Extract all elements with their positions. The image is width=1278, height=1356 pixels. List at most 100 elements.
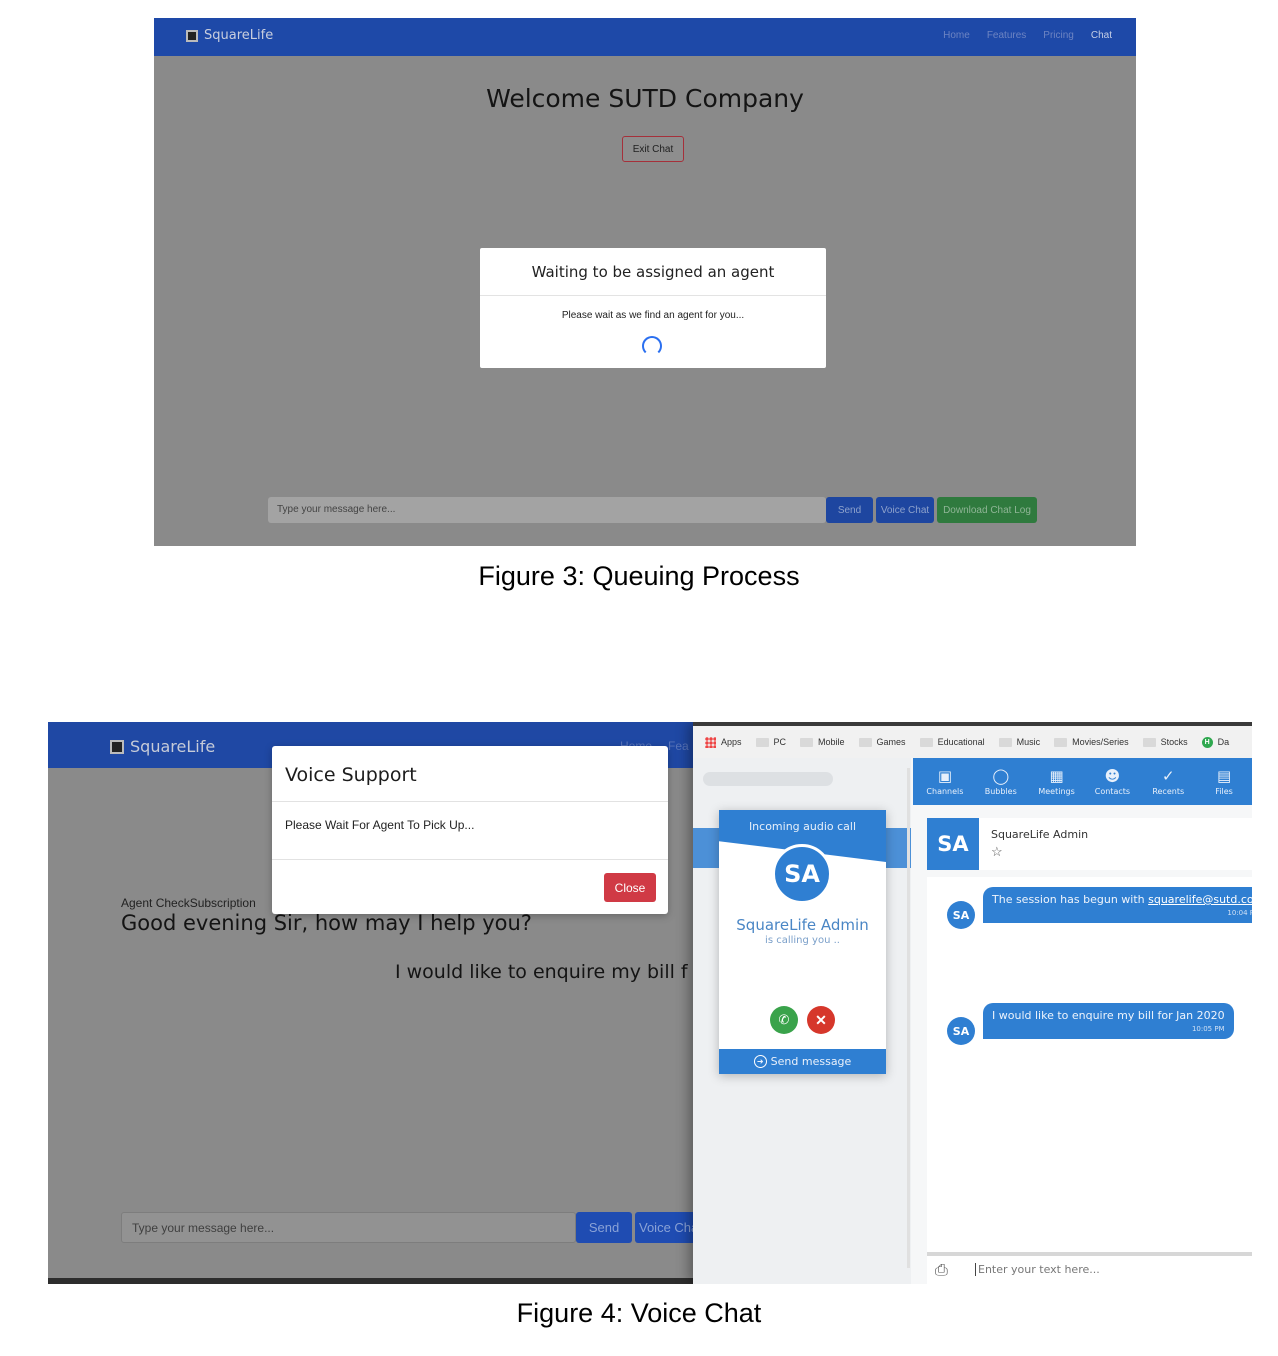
- message-time: 10:05 PM: [1191, 1025, 1225, 1033]
- caller-name: SquareLife Admin: [736, 916, 869, 934]
- modal-title: Voice Support: [285, 764, 417, 786]
- star-icon[interactable]: ☆: [991, 844, 1003, 860]
- contact-name: SquareLife Admin: [991, 828, 1089, 841]
- bookmark-label: Games: [876, 737, 906, 747]
- email-link[interactable]: squarelife@sutd.com: [1148, 893, 1252, 906]
- file-icon: ▤: [1216, 766, 1232, 785]
- tab-recents[interactable]: ✓ Recents: [1140, 758, 1196, 805]
- tab-contacts[interactable]: ☻ Contacts: [1084, 758, 1140, 805]
- message-input[interactable]: Type your message here...: [268, 497, 826, 523]
- channels-icon: ▣: [937, 766, 952, 785]
- tab-label: Contacts: [1094, 786, 1131, 796]
- sender-label: Agent CheckSubscription: [121, 896, 256, 910]
- attachment-clip-icon[interactable]: ⎙: [935, 1262, 948, 1280]
- accept-call-button[interactable]: ✆: [770, 1006, 798, 1034]
- bookmark-stocks[interactable]: Stocks: [1142, 737, 1188, 747]
- bookmark-label: Movies/Series: [1072, 737, 1129, 747]
- send-message-button[interactable]: ➜ Send message: [719, 1049, 886, 1074]
- nav-links: Home Features Pricing Chat: [943, 30, 1112, 41]
- page-title: Welcome SUTD Company: [486, 84, 804, 113]
- brand-name: SquareLife: [204, 28, 274, 43]
- loading-spinner-icon: [642, 336, 662, 356]
- bookmark-label: Mobile: [818, 737, 845, 747]
- message-avatar: SA: [947, 1017, 975, 1045]
- bookmark-pc[interactable]: PC: [755, 737, 787, 747]
- folder-icon: [1142, 737, 1156, 747]
- bookmark-label: Apps: [721, 737, 742, 747]
- brand-logo[interactable]: SquareLife: [110, 737, 215, 756]
- bookmark-apps[interactable]: Apps: [705, 736, 742, 748]
- squarelife-chat-window: SquareLife Home Fea Agent CheckSubscript…: [48, 722, 693, 1284]
- folder-icon: [998, 737, 1012, 747]
- folder-icon: [919, 737, 933, 747]
- sidebar-search-input[interactable]: [703, 772, 833, 786]
- user-message: I would like to enquire my bill f: [395, 961, 688, 983]
- person-icon: ☻: [1104, 766, 1121, 785]
- logo-square-icon: [186, 29, 198, 42]
- modal-body: Please wait as we find an agent for you.…: [561, 310, 745, 321]
- brand-name: SquareLife: [130, 737, 216, 756]
- bookmark-label: Educational: [937, 737, 985, 747]
- sidebar-scrollbar[interactable]: [907, 768, 910, 1268]
- send-button[interactable]: Send: [826, 497, 873, 523]
- navbar: SquareLife Home Features Pricing Chat: [154, 18, 1136, 56]
- exit-chat-button[interactable]: Exit Chat: [622, 136, 684, 162]
- bookmark-music[interactable]: Music: [998, 737, 1041, 747]
- tab-channels[interactable]: ▣ Channels: [917, 758, 973, 805]
- download-chat-log-button[interactable]: Download Chat Log: [937, 497, 1037, 523]
- figure-3-screenshot: SquareLife Home Features Pricing Chat We…: [154, 18, 1136, 546]
- folder-icon: [858, 737, 872, 747]
- message-bubble: I would like to enquire my bill for Jan …: [983, 1003, 1234, 1039]
- nav-home[interactable]: Home: [943, 30, 970, 41]
- message-list: SA The session has begun with squarelife…: [927, 877, 1252, 1252]
- voice-chat-button[interactable]: Voice Cha: [635, 1212, 693, 1243]
- h-badge-icon: H: [1201, 736, 1213, 748]
- contact-avatar: SA: [927, 818, 979, 870]
- phone-icon: ✆: [778, 1012, 790, 1027]
- bookmarks-bar: Apps PC Mobile Games Educational Music M…: [693, 722, 1252, 758]
- bookmark-educational[interactable]: Educational: [919, 737, 985, 747]
- voice-chat-button[interactable]: Voice Chat: [876, 497, 934, 523]
- bookmark-da[interactable]: H Da: [1201, 736, 1229, 748]
- bookmark-games[interactable]: Games: [858, 737, 906, 747]
- bookmark-mobile[interactable]: Mobile: [800, 737, 845, 747]
- message-composer: ⎙ Enter your text here...: [927, 1252, 1252, 1284]
- bookmark-movies[interactable]: Movies/Series: [1054, 737, 1129, 747]
- nav-pricing[interactable]: Pricing: [1043, 30, 1074, 41]
- rainbow-app-window: Apps PC Mobile Games Educational Music M…: [693, 722, 1252, 1284]
- tab-meetings[interactable]: ▦ Meetings: [1029, 758, 1085, 805]
- folder-icon: [800, 737, 814, 747]
- check-circle-icon: ✓: [1161, 766, 1175, 785]
- message-input[interactable]: Type your message here...: [121, 1212, 576, 1243]
- call-status: is calling you ..: [765, 935, 840, 946]
- modal-divider: [480, 295, 826, 296]
- composer-input[interactable]: Enter your text here...: [975, 1263, 1100, 1276]
- decline-call-button[interactable]: ✕: [807, 1006, 835, 1034]
- app-toolbar: ▣ Channels ◯ Bubbles ▦ Meetings ☻ Contacts ✓…: [913, 758, 1252, 805]
- waiting-modal: Waiting to be assigned an agent Please w…: [480, 248, 826, 368]
- bookmark-label: Stocks: [1160, 737, 1188, 747]
- close-button[interactable]: Close: [604, 873, 656, 902]
- bookmark-label: PC: [773, 737, 787, 747]
- tab-files[interactable]: ▤ Files: [1196, 758, 1252, 805]
- arrow-right-icon: ➜: [753, 1055, 767, 1068]
- incoming-call-card: Incoming audio call SA SquareLife Admin …: [719, 810, 886, 1074]
- figure-4-screenshot: SquareLife Home Fea Agent CheckSubscript…: [48, 722, 1252, 1284]
- nav-features[interactable]: Fea: [668, 739, 689, 753]
- send-message-label: Send message: [770, 1055, 852, 1068]
- tab-label: Meetings: [1038, 786, 1075, 796]
- message-text: I would like to enquire my bill for Jan …: [992, 1009, 1225, 1022]
- figure-4-caption: Figure 4: Voice Chat: [516, 1298, 762, 1328]
- voice-support-modal: Voice Support Please Wait For Agent To P…: [272, 746, 668, 914]
- bottom-bar: [48, 1278, 693, 1284]
- send-button[interactable]: Send: [576, 1212, 632, 1243]
- agent-message: Good evening Sir, how may I help you?: [121, 911, 532, 935]
- folder-icon: [755, 737, 769, 747]
- bookmark-label: Music: [1016, 737, 1041, 747]
- nav-features[interactable]: Features: [987, 30, 1026, 41]
- tab-label: Channels: [926, 786, 964, 796]
- tab-bubbles[interactable]: ◯ Bubbles: [973, 758, 1029, 805]
- brand-logo[interactable]: SquareLife: [186, 28, 273, 43]
- message-avatar: SA: [947, 901, 975, 929]
- nav-chat[interactable]: Chat: [1091, 30, 1112, 41]
